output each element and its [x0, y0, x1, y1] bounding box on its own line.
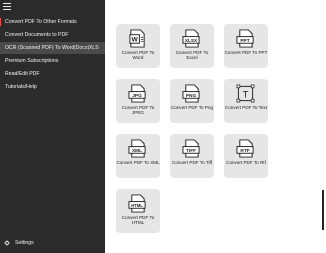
tile-pdf-to-text[interactable]: T Convert PDF To Text — [224, 79, 268, 123]
icon-text: T — [243, 89, 249, 100]
conversion-grid: W Convert PDF To Word XLSX Convert PDF T… — [105, 0, 326, 253]
xml-file-icon: XML — [128, 139, 146, 158]
sidebar-item-ocr[interactable]: OCR (Scanned PDF) To Word|Docx|XLS — [0, 42, 105, 54]
excel-file-icon: XLSX — [182, 29, 200, 48]
sidebar-item-label: OCR (Scanned PDF) To Word|Docx|XLS — [5, 45, 99, 51]
tile-pdf-to-png[interactable]: PNG Convert PDF To Png — [170, 79, 214, 123]
sidebar-item-label: Tutorials/Help — [5, 84, 37, 90]
sidebar: Convert PDF To Other Formats Convert Doc… — [0, 0, 105, 253]
sidebar-item-label: Read/Edit PDF — [5, 71, 40, 77]
icon-text: PPT — [240, 38, 249, 44]
ppt-file-icon: PPT — [236, 29, 254, 48]
tile-label: Convert PDF To XML — [116, 160, 160, 165]
jpg-file-icon: JPG — [128, 84, 146, 103]
tile-pdf-to-xml[interactable]: XML Convert PDF To XML — [116, 134, 160, 178]
sidebar-item-tutorials[interactable]: Tutorials/Help — [0, 81, 105, 93]
tile-label: Convert PDF To Word — [121, 50, 155, 61]
icon-text: JPG — [132, 93, 142, 99]
tile-pdf-to-excel[interactable]: XLSX Convert PDF To Excel — [170, 24, 214, 68]
app-window: Convert PDF To Other Formats Convert Doc… — [0, 0, 326, 253]
sidebar-item-convert-pdf[interactable]: Convert PDF To Other Formats — [0, 16, 105, 28]
rtf-file-icon: RTF — [236, 139, 254, 158]
tile-pdf-to-rtf[interactable]: RTF Convert PDF To Rtf — [224, 134, 268, 178]
icon-text: XML — [132, 148, 142, 154]
icon-text: W — [132, 37, 139, 44]
tile-label: Convert PDF To JPEG — [121, 105, 155, 116]
tile-pdf-to-ppt[interactable]: PPT Convert PDF To PPT — [224, 24, 268, 68]
settings-button[interactable]: Settings — [4, 239, 34, 247]
icon-text: RTF — [240, 148, 249, 154]
tile-pdf-to-word[interactable]: W Convert PDF To Word — [116, 24, 160, 68]
tile-label: Convert PDF To Text — [224, 105, 268, 110]
sidebar-item-premium[interactable]: Premium Subscriptions — [0, 55, 105, 67]
active-accent-bar — [0, 18, 1, 26]
tile-label: Convert PDF To PPT — [224, 50, 268, 55]
sidebar-item-label: Convert PDF To Other Formats — [5, 19, 77, 25]
hamburger-menu-icon[interactable] — [3, 3, 11, 10]
png-file-icon: PNG — [182, 84, 200, 103]
tile-label: Convert PDF To HTML — [121, 215, 155, 226]
icon-text: TIFF — [186, 148, 196, 154]
tile-label: Convert PDF To Png — [170, 105, 214, 110]
text-frame-icon: T — [236, 84, 255, 103]
sidebar-item-read-edit[interactable]: Read/Edit PDF — [0, 68, 105, 80]
tile-pdf-to-html[interactable]: HTML Convert PDF To HTML — [116, 189, 160, 233]
tile-pdf-to-tiff[interactable]: TIFF Convert PDF To Tiff — [170, 134, 214, 178]
gear-icon — [4, 240, 10, 246]
tile-label: Convert PDF To Tiff — [172, 160, 212, 165]
tile-label: Convert PDF To Rtf — [226, 160, 266, 165]
tile-label: Convert PDF To Excel — [175, 50, 209, 61]
icon-text: PNG — [186, 93, 197, 99]
icon-text: XLSX — [185, 38, 198, 44]
settings-label: Settings — [15, 240, 34, 246]
tile-pdf-to-jpeg[interactable]: JPG Convert PDF To JPEG — [116, 79, 160, 123]
html-file-icon: HTML — [128, 194, 146, 213]
word-document-icon: W — [129, 29, 145, 48]
sidebar-item-label: Convert Documents to PDF — [5, 32, 69, 38]
icon-text: HTML — [131, 203, 143, 208]
tiff-file-icon: TIFF — [182, 139, 200, 158]
scrollbar[interactable] — [322, 190, 324, 230]
sidebar-item-label: Premium Subscriptions — [5, 58, 59, 64]
sidebar-item-convert-documents[interactable]: Convert Documents to PDF — [0, 29, 105, 41]
